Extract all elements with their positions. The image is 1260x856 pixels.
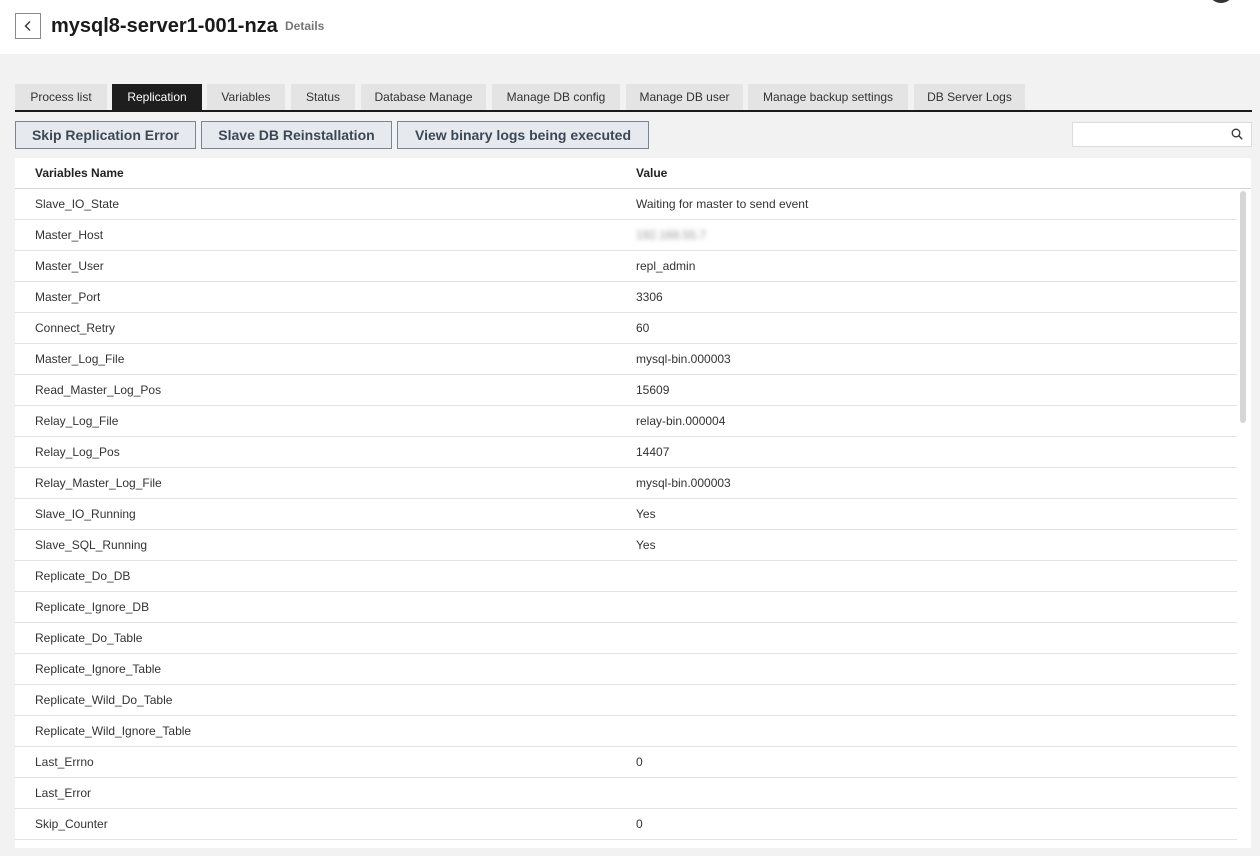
skip-replication-error-button[interactable]: Skip Replication Error: [15, 121, 196, 149]
table-row[interactable]: Last_Error: [15, 778, 1237, 809]
table-row[interactable]: Slave_SQL_Running Yes: [15, 530, 1237, 561]
table-row[interactable]: Master_Log_File mysql-bin.000003: [15, 344, 1237, 375]
variable-name: Master_Port: [35, 290, 101, 304]
top-bar: mysql8-server1-001-nza Details: [0, 0, 1260, 54]
table-row[interactable]: Connect_Retry 60: [15, 313, 1237, 344]
table-row[interactable]: Slave_IO_State Waiting for master to send…: [15, 189, 1237, 220]
table-row[interactable]: Replicate_Wild_Ignore_Table: [15, 716, 1237, 747]
table-row[interactable]: Read_Master_Log_Pos 15609: [15, 375, 1237, 406]
tab-manage-db-config[interactable]: Manage DB config: [492, 84, 620, 110]
table-body: Slave_IO_State Waiting for master to send…: [15, 189, 1237, 840]
tab-replication[interactable]: Replication: [112, 84, 202, 110]
variable-name: Replicate_Do_Table: [35, 631, 143, 645]
variable-name: Last_Error: [35, 786, 92, 800]
page-subtitle: Details: [285, 19, 325, 33]
slave-db-reinstallation-button[interactable]: Slave DB Reinstallation: [201, 121, 392, 149]
variable-value: Yes: [636, 538, 656, 552]
variable-name: Slave_IO_State: [35, 197, 120, 211]
tab-bar: Process list Replication Variables Statu…: [15, 84, 1252, 112]
table-row[interactable]: Replicate_Do_Table: [15, 623, 1237, 654]
vertical-scrollbar[interactable]: [1240, 191, 1246, 423]
user-avatar-icon[interactable]: [1208, 0, 1234, 3]
table-row[interactable]: Relay_Master_Log_File mysql-bin.000003: [15, 468, 1237, 499]
table-row[interactable]: Relay_Log_File relay-bin.000004: [15, 406, 1237, 437]
table-row[interactable]: Replicate_Ignore_DB: [15, 592, 1237, 623]
search-input[interactable]: [1073, 123, 1223, 146]
tab-db-server-logs[interactable]: DB Server Logs: [914, 84, 1025, 110]
back-button[interactable]: [15, 13, 41, 39]
replication-table: Variables Name Value Slave_IO_State Waiti…: [15, 158, 1251, 848]
variable-name: Connect_Retry: [35, 321, 116, 335]
variable-name: Relay_Master_Log_File: [35, 476, 162, 490]
variable-value: relay-bin.000004: [636, 414, 726, 428]
table-row[interactable]: Slave_IO_Running Yes: [15, 499, 1237, 530]
variable-name: Skip_Counter: [35, 817, 108, 831]
variable-value: mysql-bin.000003: [636, 352, 731, 366]
table-row[interactable]: Master_User repl_admin: [15, 251, 1237, 282]
variable-name: Replicate_Ignore_Table: [35, 662, 162, 676]
page-title: mysql8-server1-001-nza: [51, 15, 278, 37]
variable-value: 3306: [636, 290, 663, 304]
search-box: [1072, 122, 1252, 147]
variable-name: Slave_SQL_Running: [35, 538, 148, 552]
table-row[interactable]: Relay_Log_Pos 14407: [15, 437, 1237, 468]
search-icon[interactable]: [1231, 128, 1243, 140]
tab-manage-backup-settings[interactable]: Manage backup settings: [748, 84, 908, 110]
view-binary-logs-button[interactable]: View binary logs being executed: [397, 121, 649, 149]
variable-value: mysql-bin.000003: [636, 476, 731, 490]
table-row[interactable]: Replicate_Do_DB: [15, 561, 1237, 592]
variable-value: 0: [636, 755, 643, 769]
tab-manage-db-user[interactable]: Manage DB user: [626, 84, 743, 110]
variable-value: 0: [636, 817, 643, 831]
variable-name: Slave_IO_Running: [35, 507, 136, 521]
variable-name: Last_Errno: [35, 755, 94, 769]
variable-value: 192.168.55.7: [636, 228, 707, 242]
variable-name: Replicate_Ignore_DB: [35, 600, 150, 614]
column-header-value[interactable]: Value: [636, 166, 667, 180]
tab-process-list[interactable]: Process list: [15, 84, 107, 110]
column-header-name[interactable]: Variables Name: [35, 166, 124, 180]
table-row[interactable]: Skip_Counter 0: [15, 809, 1237, 840]
variable-name: Replicate_Wild_Do_Table: [35, 693, 173, 707]
tab-variables[interactable]: Variables: [207, 84, 285, 110]
table-row[interactable]: Last_Errno 0: [15, 747, 1237, 778]
variable-name: Master_Host: [35, 228, 104, 242]
variable-name: Read_Master_Log_Pos: [35, 383, 162, 397]
variable-name: Replicate_Do_DB: [35, 569, 131, 583]
tab-status[interactable]: Status: [291, 84, 355, 110]
variable-value: repl_admin: [636, 259, 696, 273]
variable-value: 15609: [636, 383, 670, 397]
chevron-left-icon: [24, 21, 31, 31]
variable-value: 14407: [636, 445, 670, 459]
table-header: Variables Name Value: [15, 158, 1251, 189]
table-row[interactable]: Replicate_Ignore_Table: [15, 654, 1237, 685]
variable-value: Yes: [636, 507, 656, 521]
variable-name: Replicate_Wild_Ignore_Table: [35, 724, 192, 738]
variable-name: Relay_Log_File: [35, 414, 119, 428]
variable-value: Waiting for master to send event: [636, 197, 809, 211]
variable-name: Master_User: [35, 259, 104, 273]
variable-value: 60: [636, 321, 650, 335]
table-row[interactable]: Replicate_Wild_Do_Table: [15, 685, 1237, 716]
table-row[interactable]: Master_Port 3306: [15, 282, 1237, 313]
variable-name: Relay_Log_Pos: [35, 445, 120, 459]
variable-name: Master_Log_File: [35, 352, 125, 366]
tab-database-manage[interactable]: Database Manage: [361, 84, 486, 110]
table-row[interactable]: Master_Host 192.168.55.7: [15, 220, 1237, 251]
